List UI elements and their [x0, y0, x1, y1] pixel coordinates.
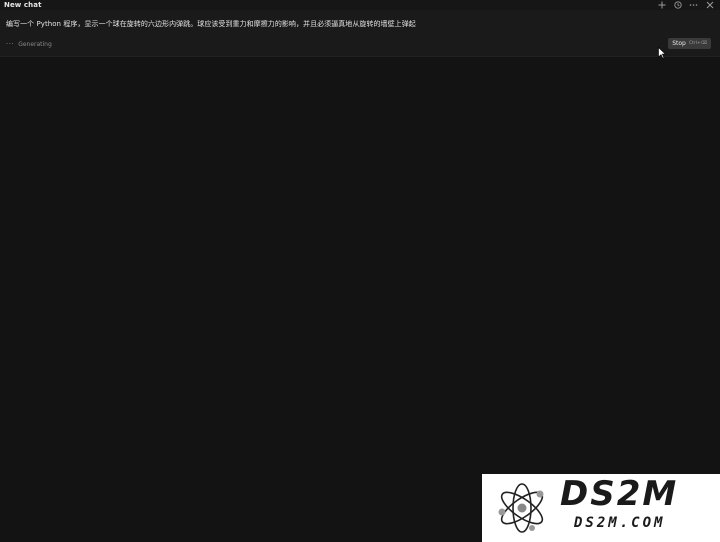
- title-actions: [657, 0, 720, 10]
- atom-logo-icon: [498, 483, 544, 533]
- mouse-cursor-icon: [658, 47, 666, 59]
- stop-shortcut-hint: Ctrl+⌫: [688, 41, 707, 46]
- generating-status: ··· Generating: [6, 40, 52, 48]
- stop-button-label: Stop: [672, 40, 686, 47]
- stop-button[interactable]: Stop Ctrl+⌫: [668, 38, 711, 49]
- watermark-domain: DS2M.COM: [574, 515, 666, 531]
- user-prompt-block: 编写一个 Python 程序，显示一个球在旋转的六边形内弹跳。球应该受到重力和摩…: [0, 10, 720, 57]
- status-text: Generating: [18, 40, 52, 48]
- window-title: New chat: [4, 1, 42, 9]
- loading-dots-icon: ···: [6, 40, 15, 48]
- title-bar: New chat: [0, 0, 720, 10]
- close-icon[interactable]: [705, 1, 714, 10]
- user-prompt-text: 编写一个 Python 程序，显示一个球在旋转的六边形内弹跳。球应该受到重力和摩…: [6, 20, 416, 28]
- plus-icon[interactable]: [657, 1, 666, 10]
- watermark: DS2M DS2M.COM: [482, 474, 720, 542]
- history-icon[interactable]: [673, 1, 682, 10]
- watermark-title: DS2M: [560, 474, 679, 514]
- more-icon[interactable]: [689, 1, 698, 10]
- chat-window: New chat 编写一个 Python 程序，显示一个球在旋转的六边形内弹跳。…: [0, 0, 720, 542]
